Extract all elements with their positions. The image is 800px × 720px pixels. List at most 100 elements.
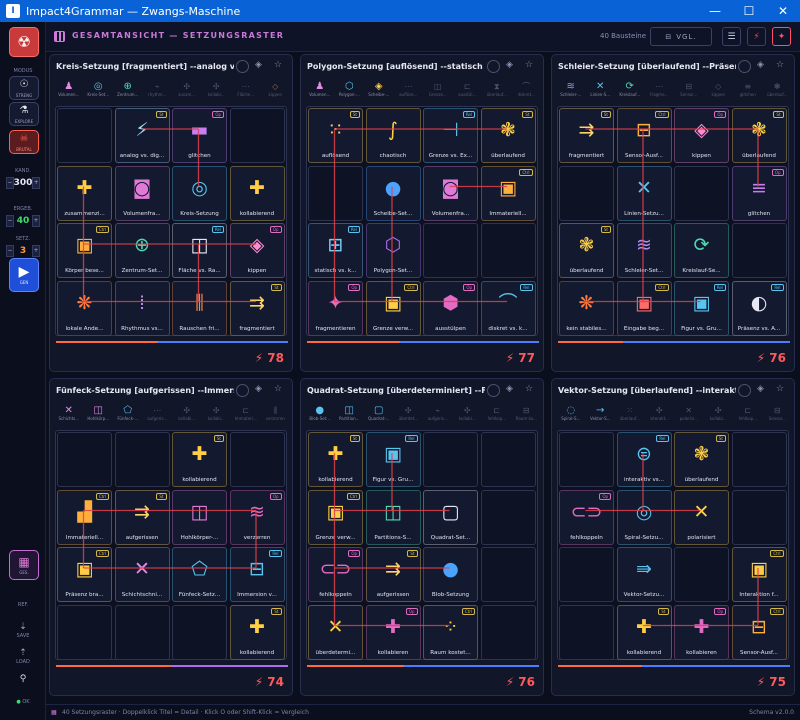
grid-cell[interactable]: Ctrl ▣ Körper bese... [57, 223, 112, 278]
grid-cell[interactable]: ✕ Linien-Setzu... [616, 165, 672, 221]
minimize-icon[interactable]: — [698, 0, 732, 22]
grid-cell[interactable]: Rel ⊣ Grenze vs. Ex... [423, 108, 478, 163]
component-chip[interactable]: ⌒ diskret... [512, 77, 542, 101]
setzung-card[interactable]: Kreis-Setzung [fragmentiert] --analog vs… [49, 54, 293, 372]
maximize-icon[interactable]: ☐ [732, 0, 766, 22]
component-chip[interactable]: ♟ Volumen... [54, 77, 84, 101]
component-chip[interactable]: ✕ polarisi... [674, 401, 704, 425]
grid-cell[interactable]: Ctrl ⁘ Raum kostet... [423, 604, 478, 660]
grid-cell[interactable]: ◎ Kreis-Setzung [172, 165, 227, 221]
layers-icon[interactable]: ◈ [757, 60, 764, 70]
grid-cell[interactable]: ✕ polarisiert [674, 489, 729, 545]
component-chip[interactable]: → Vektor-S... [586, 401, 616, 425]
component-chip[interactable]: ⌁ rhythm... [143, 77, 173, 101]
grid-cell[interactable]: St ✚ kollabierend [229, 604, 285, 660]
component-chip[interactable]: ⁙ überlauf... [615, 401, 645, 425]
grid-cell[interactable]: ✕ Schichtschni... [114, 547, 170, 602]
grid-cell[interactable]: Op ⊂⊃ fehlkoppeln [559, 489, 614, 545]
grid-cell[interactable]: Ctrl ▣ Grenze verw... [365, 280, 421, 336]
grid-cell[interactable] [114, 604, 170, 660]
grid-cell[interactable]: Op ◈ kippen [674, 108, 729, 163]
component-chip[interactable]: ⊟ Sensor... [674, 77, 704, 101]
component-chip[interactable]: ≡ glitchen [733, 77, 763, 101]
grid-cell[interactable]: St ✚ kollabierend [616, 604, 672, 660]
decrement-button[interactable]: − [6, 214, 14, 227]
component-chip[interactable]: ◫ Hohlkörp... [84, 401, 114, 425]
star-icon[interactable]: ☆ [776, 384, 784, 394]
component-chip[interactable]: ◫ Grenze... [423, 77, 453, 101]
component-chip[interactable]: ✣ kollabi... [202, 77, 232, 101]
gen-button[interactable]: ▶ GEN [9, 258, 39, 292]
grid-cell[interactable]: ⟳ Kreislauf-Se... [674, 223, 729, 278]
grid-cell[interactable]: ⊕ Zentrum-Set... [114, 223, 170, 278]
setzung-card[interactable]: Quadrat-Setzung [überdeterminiert] --Fig… [300, 378, 544, 696]
component-chip[interactable]: ● Blob-Set... [305, 401, 335, 425]
component-chip[interactable]: ✣ kollabi... [704, 401, 734, 425]
component-chip[interactable]: ⊏ ausstül... [453, 77, 483, 101]
component-chip[interactable]: ≋ Schleier-... [556, 77, 586, 101]
component-chip[interactable]: ◎ Kreis-Set... [84, 77, 114, 101]
pin-icon[interactable]: ✦ [772, 27, 791, 46]
component-chip[interactable]: ▢ Quadrat-... [364, 401, 394, 425]
ref-label[interactable]: REF. [0, 602, 46, 608]
grid-cell[interactable]: Op ≡ glitchen [731, 165, 787, 221]
grid-cell[interactable]: Rel ◫ Fläche vs. Ra... [172, 223, 227, 278]
grid-cell[interactable]: ◫ Hohlkörper-... [172, 489, 227, 545]
grid-cell[interactable]: Rel ▣ Figur vs. Gru... [365, 432, 421, 487]
grid-cell[interactable] [731, 489, 787, 545]
load-icon[interactable]: ⇡ [0, 648, 46, 658]
grid-cell[interactable]: ◎ Spiral-Setzu... [616, 489, 672, 545]
component-chip[interactable]: ⊕ Zentrum... [113, 77, 143, 101]
save-icon[interactable]: ⇣ [0, 622, 46, 632]
component-chip[interactable]: ❃ überlauf... [763, 77, 793, 101]
component-chip[interactable]: ⊏ Immateri... [231, 401, 261, 425]
compare-toggle[interactable] [487, 60, 500, 73]
grid-cell[interactable] [731, 432, 787, 487]
grid-cell[interactable] [229, 108, 285, 163]
star-icon[interactable]: ☆ [274, 384, 282, 394]
component-chip[interactable]: ✕ Linien-S... [586, 77, 616, 101]
star-icon[interactable]: ☆ [776, 60, 784, 70]
grid-cell[interactable] [559, 547, 614, 602]
layers-icon[interactable]: ◈ [506, 384, 513, 394]
grid-cell[interactable]: ◙ Volumenfra... [114, 165, 170, 221]
grid-cell[interactable]: ⫼ Rauschen fri... [172, 280, 227, 336]
grid-cell[interactable]: St ❃ überlaufend [731, 108, 787, 163]
grid-cell[interactable]: ▢ Quadrat-Set... [423, 489, 478, 545]
component-chip[interactable]: ✣ zusam... [172, 77, 202, 101]
grid-cell[interactable] [57, 108, 112, 163]
setzung-card[interactable]: Schleier-Setzung [überlaufend] --Präsenz… [551, 54, 795, 372]
mode-button-1[interactable]: ⚗ EXPLORE [9, 102, 39, 126]
grid-cell[interactable] [674, 547, 729, 602]
component-chip[interactable]: ⊟ Sensor... [763, 401, 793, 425]
grid-cell[interactable] [559, 432, 614, 487]
grid-cell[interactable] [480, 547, 536, 602]
grid-cell[interactable]: Rel ⌒ diskret vs. k... [480, 280, 536, 336]
grid-cell[interactable]: Op ◈ kippen [229, 223, 285, 278]
grid-cell[interactable] [308, 165, 363, 221]
setzung-card[interactable]: Fünfeck-Setzung [aufgerissen] --Immersio… [49, 378, 293, 696]
mode-button-2[interactable]: ☠ BRUTAL [9, 130, 39, 154]
component-chip[interactable]: ⬠ Fünfeck-... [113, 401, 143, 425]
grid-cell[interactable]: Rel ⊞ statisch vs. k... [308, 223, 363, 278]
card-title[interactable]: Polygon-Setzung [auflösend] --statisch v… [307, 62, 485, 71]
grid-cell[interactable]: St ❃ überlaufend [674, 432, 729, 487]
layers-icon[interactable]: ◈ [757, 384, 764, 394]
grid-cell[interactable]: Ctrl ▣ Interaktion f... [731, 547, 787, 602]
component-chip[interactable]: ♟ Volumen... [305, 77, 335, 101]
lightning-icon[interactable]: ⚡ [747, 27, 766, 46]
grid-cell[interactable] [172, 604, 227, 660]
grid-cell[interactable]: Ctrl ⊟ Sensor-Ausf... [616, 108, 672, 163]
grid-cell[interactable]: St ⁙ auflösend [308, 108, 363, 163]
grid-cell[interactable]: St ⇉ aufgerissen [114, 489, 170, 545]
compare-toggle[interactable] [738, 60, 751, 73]
layers-icon[interactable]: ◈ [506, 60, 513, 70]
compare-toggle[interactable] [738, 384, 751, 397]
component-chip[interactable]: ◌ Spiral-S... [556, 401, 586, 425]
grid-cell[interactable] [57, 604, 112, 660]
component-chip[interactable]: ✕ Schichts... [54, 401, 84, 425]
setzung-card[interactable]: Vektor-Setzung [überlaufend] --interakti… [551, 378, 795, 696]
component-chip[interactable]: ◇ kippen [704, 77, 734, 101]
grid-cell[interactable] [57, 432, 112, 487]
component-chip[interactable]: ⟳ Kreislauf... [615, 77, 645, 101]
